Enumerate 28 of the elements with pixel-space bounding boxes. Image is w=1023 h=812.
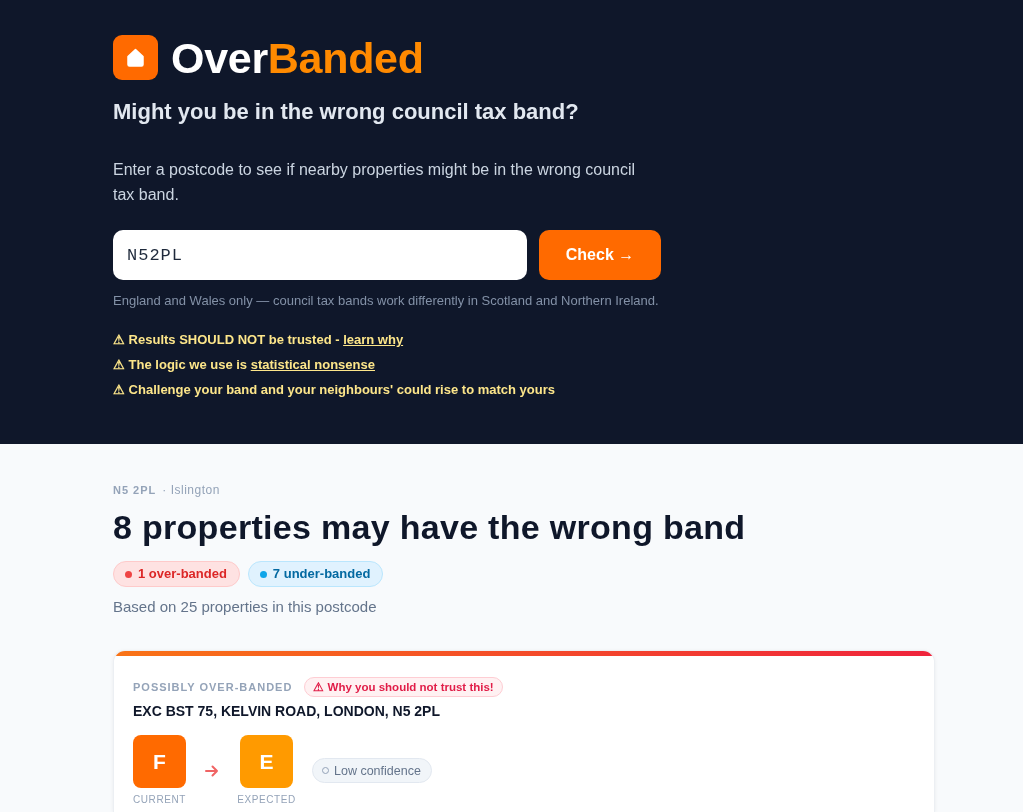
band-label: CURRENT	[132, 794, 187, 806]
basis-text: Based on 25 properties in this postcode	[113, 597, 378, 617]
warning-link[interactable]: statistical nonsense	[250, 357, 375, 372]
results-heading: 8 properties may have the wrong band	[113, 507, 747, 547]
count-label: 1 over-banded	[138, 566, 227, 582]
property-address: EXC BST 75, KELVIN ROAD, LONDON, N5 2PL	[133, 702, 441, 720]
band-tile: F	[133, 735, 186, 788]
postcode-label: N5 2PL	[113, 483, 157, 498]
intro-text: Enter a postcode to see if nearby properties might be in the wrong council tax band.	[113, 160, 637, 205]
page-title: Might you be in the wrong council tax band?	[113, 98, 580, 126]
area-label: · Islington	[162, 482, 220, 498]
status-dot-icon	[259, 570, 267, 578]
confidence-label: Low confidence	[334, 762, 421, 779]
logo-text: OverBanded	[171, 33, 424, 82]
warning-text: ⚠ Results SHOULD NOT be trusted - learn why	[113, 331, 405, 349]
house-logo-icon	[113, 35, 158, 80]
arrow-right-icon	[205, 764, 219, 777]
status-dot-icon	[125, 570, 132, 578]
region-note: England and Wales only — council tax bands work differently in Scotland and Northern Ireland.	[113, 292, 660, 310]
trust-warning-link[interactable]: ⚠ Why you should not trust this!	[304, 677, 503, 697]
postcode-input[interactable]: N52PL	[113, 230, 527, 280]
count-label: 7 under-banded	[272, 566, 371, 582]
card-tag: POSSIBLY OVER-BANDED	[133, 679, 293, 695]
band-label: EXPECTED	[237, 794, 296, 806]
band-tile: E	[240, 735, 293, 788]
warning-link[interactable]: learn why	[343, 332, 404, 347]
warning-text: ⚠ Challenge your band and your neighbours' could rise to match yours	[113, 381, 556, 399]
warning-text: ⚠ The logic we use is statistical nonsense	[113, 356, 376, 374]
